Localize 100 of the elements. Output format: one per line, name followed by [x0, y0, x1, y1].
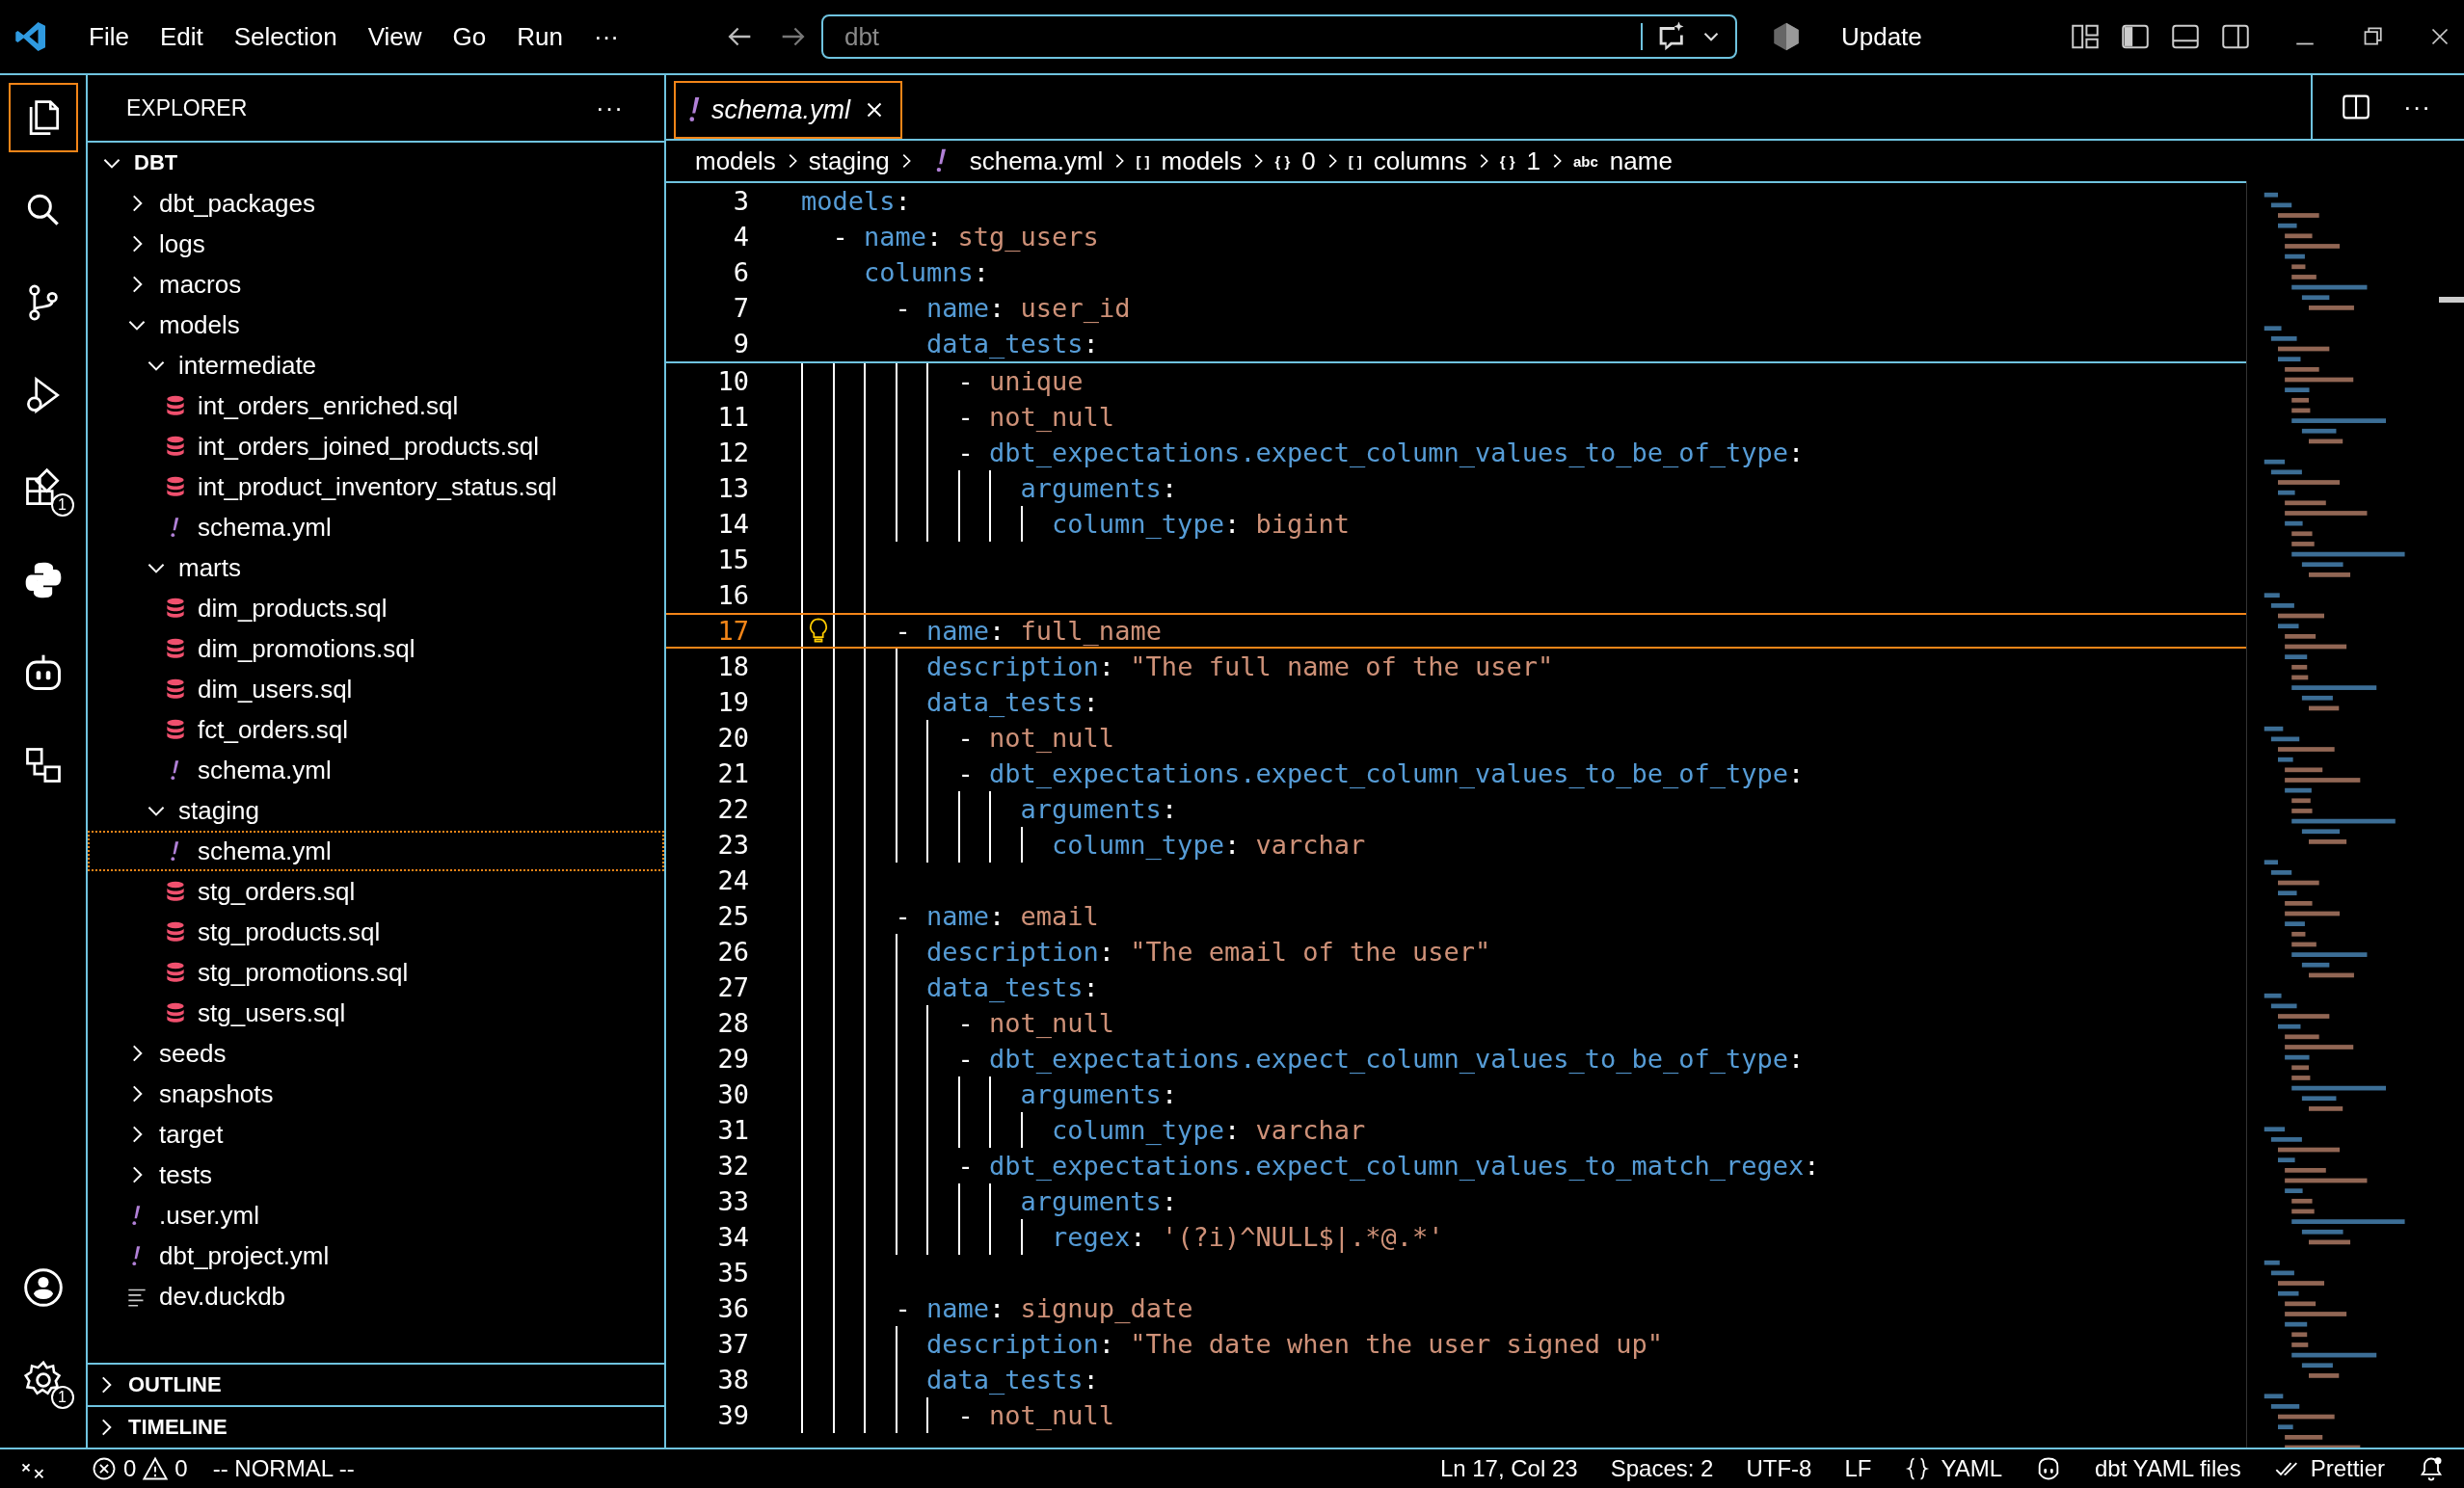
tree-item[interactable]: intermediate	[88, 345, 664, 385]
language-mode[interactable]: YAML	[1904, 1455, 2002, 1482]
activity-bar-item[interactable]	[8, 83, 78, 152]
tree-item[interactable]: stg_products.sql	[88, 912, 664, 952]
symbol-icon: { }	[1499, 152, 1515, 170]
code-line: - name: email	[801, 898, 1099, 934]
code-line: - not_null	[801, 1397, 1115, 1433]
prettier-status[interactable]: Prettier	[2273, 1455, 2385, 1482]
breadcrumb-item[interactable]: 1	[1526, 146, 1540, 176]
line-number: 9	[732, 329, 749, 359]
menu-item[interactable]: View	[352, 17, 438, 56]
menu-item[interactable]: Edit	[144, 17, 219, 56]
code-line: - name: full_name	[801, 615, 1162, 647]
command-center[interactable]: dbt	[820, 14, 1737, 59]
status-item[interactable]: Ln 17, Col 23	[1439, 1455, 1578, 1482]
line-number: 27	[716, 972, 749, 1002]
problems-indicator[interactable]: 0 0	[91, 1455, 188, 1482]
status-item[interactable]: LF	[1844, 1455, 1872, 1482]
line-number: 3	[732, 186, 749, 216]
line-number: 30	[716, 1079, 749, 1109]
editor-tab[interactable]: schema.yml	[674, 81, 903, 139]
tree-item[interactable]: schema.yml	[88, 750, 664, 790]
account-icon[interactable]	[21, 1266, 65, 1309]
tree-item[interactable]: target	[88, 1114, 664, 1155]
menu-item[interactable]: Selection	[218, 17, 353, 56]
tree-item[interactable]: schema.yml	[88, 831, 664, 871]
line-number: 31	[716, 1115, 749, 1145]
menu-item[interactable]: ···	[577, 17, 634, 56]
tree-item[interactable]: seeds	[88, 1033, 664, 1074]
line-number: 6	[732, 257, 749, 287]
code-line: - name: signup_date	[801, 1290, 1193, 1326]
status-item[interactable]: Spaces: 2	[1610, 1455, 1714, 1482]
section-title: TIMELINE	[128, 1415, 228, 1440]
tree-item[interactable]: int_orders_enriched.sql	[88, 385, 664, 426]
line-number: 22	[716, 794, 749, 824]
menu-item[interactable]: Run	[501, 17, 578, 56]
line-number: 18	[716, 651, 749, 681]
tree-item[interactable]: dim_users.sql	[88, 669, 664, 709]
tree-item[interactable]: dim_products.sql	[88, 588, 664, 628]
menu-item[interactable]: Go	[437, 17, 502, 56]
tree-item[interactable]: dev.duckdb	[88, 1276, 664, 1316]
tree-item[interactable]: DBT	[88, 143, 664, 183]
menu-item[interactable]: File	[73, 17, 145, 56]
tree-item[interactable]: dbt_project.yml	[88, 1236, 664, 1276]
tree-item[interactable]: fct_orders.sql	[88, 709, 664, 750]
tree-item[interactable]: stg_users.sql	[88, 993, 664, 1033]
bell-icon[interactable]	[2418, 1455, 2445, 1482]
breadcrumb-item[interactable]: models	[695, 146, 776, 176]
tree-item[interactable]: dim_promotions.sql	[88, 628, 664, 669]
update-button[interactable]: Update	[1827, 17, 1936, 56]
line-number: 20	[716, 723, 749, 753]
line-number: 26	[716, 937, 749, 967]
line-number: 24	[716, 865, 749, 895]
line-number: 25	[716, 901, 749, 931]
code-line: - unique	[801, 363, 1084, 399]
line-number: 37	[716, 1329, 749, 1359]
tree-item[interactable]: macros	[88, 264, 664, 305]
tree-item[interactable]: .user.yml	[88, 1195, 664, 1236]
activity-bar-item[interactable]: 1	[8, 453, 78, 522]
more-actions-button[interactable]: ···	[2397, 90, 2437, 124]
more-actions-button[interactable]: ···	[590, 91, 629, 125]
section-title: OUTLINE	[128, 1372, 222, 1397]
line-number: 33	[716, 1186, 749, 1216]
scrollbar-thumb[interactable]	[2439, 297, 2464, 303]
code-line: column_type: bigint	[801, 506, 1350, 542]
tree-item[interactable]: snapshots	[88, 1074, 664, 1114]
breadcrumb-item[interactable]: columns	[1373, 146, 1467, 176]
code-line: - not_null	[801, 399, 1115, 435]
breadcrumb-item[interactable]: models	[1161, 146, 1243, 176]
tree-item[interactable]: int_orders_joined_products.sql	[88, 426, 664, 466]
breadcrumb-item[interactable]: 0	[1301, 146, 1316, 176]
code-line: data_tests:	[801, 684, 1099, 720]
panel-section-header[interactable]: OUTLINE	[88, 1363, 664, 1405]
line-number: 38	[716, 1365, 749, 1395]
count-badge: 1	[50, 493, 74, 517]
tree-item[interactable]: models	[88, 305, 664, 345]
line-number: 36	[716, 1293, 749, 1323]
breadcrumb-item[interactable]: staging	[808, 146, 890, 176]
tree-item[interactable]: dbt_packages	[88, 183, 664, 224]
breadcrumb-item[interactable]: schema.yml	[969, 146, 1104, 176]
status-item[interactable]: dbt YAML files	[2095, 1455, 2241, 1482]
tree-item[interactable]: staging	[88, 790, 664, 831]
code-line: column_type: varchar	[801, 827, 1366, 863]
status-item[interactable]: UTF-8	[1746, 1455, 1812, 1482]
line-number: 19	[716, 687, 749, 717]
tree-item[interactable]: int_product_inventory_status.sql	[88, 466, 664, 507]
tree-item[interactable]: logs	[88, 224, 664, 264]
tree-item[interactable]: marts	[88, 547, 664, 588]
breadcrumb-item[interactable]: name	[1609, 146, 1673, 176]
warning-icon	[142, 1455, 170, 1482]
tree-item[interactable]: schema.yml	[88, 507, 664, 547]
panel-section-header[interactable]: TIMELINE	[88, 1405, 664, 1448]
tree-item[interactable]: stg_promotions.sql	[88, 952, 664, 993]
vscode-logo-icon	[13, 19, 48, 54]
line-number: 14	[716, 509, 749, 539]
code-line: - dbt_expectations.expect_column_values_to_match_regex:	[801, 1148, 1820, 1183]
search-field[interactable]: dbt	[842, 20, 1629, 53]
tree-item[interactable]: tests	[88, 1155, 664, 1195]
tree-item[interactable]: stg_orders.sql	[88, 871, 664, 912]
error-icon	[91, 1455, 118, 1482]
